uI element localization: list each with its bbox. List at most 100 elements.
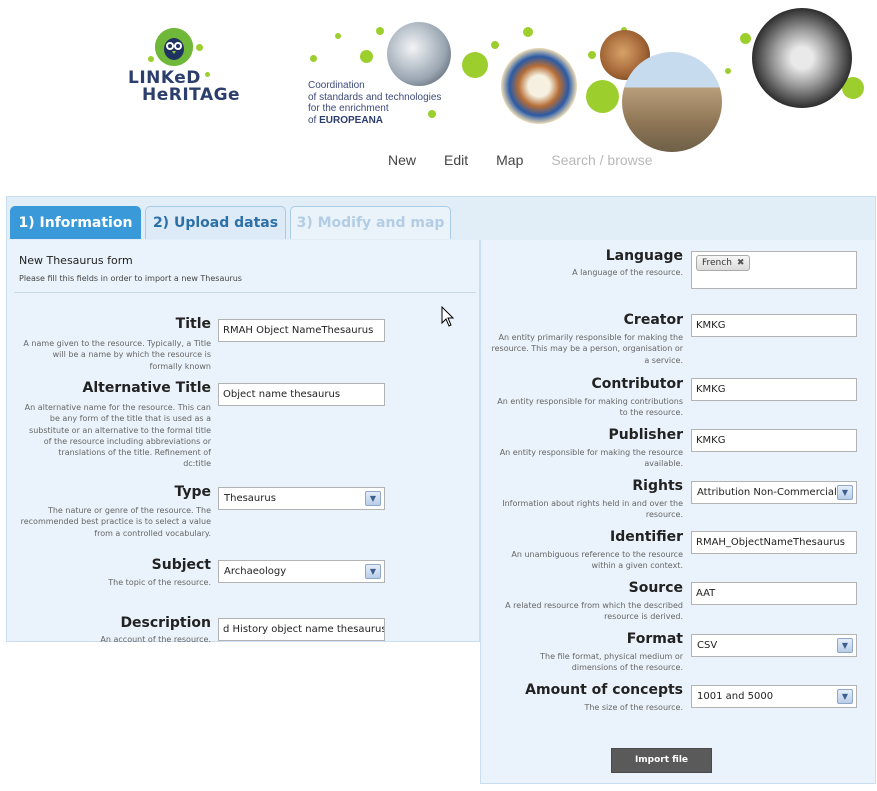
description-line: The nature or genre of the resource. The: [47, 506, 211, 515]
import-file-button[interactable]: Import file: [611, 748, 712, 773]
logo-owl-icon: [155, 28, 193, 66]
logo-line-2: HeRITAGe: [142, 85, 241, 105]
amount-of-concepts-description: The size of the resource.: [486, 702, 683, 713]
publisher-input[interactable]: KMKG: [691, 429, 857, 452]
tab-modify-and-map: 3) Modify and map: [290, 206, 451, 239]
heritage-photo-temple: [622, 52, 722, 152]
mouse-pointer-icon: [441, 305, 455, 328]
tagline-line: of standards and technologies: [308, 91, 442, 103]
description-line: resource is derived.: [604, 612, 683, 622]
contributor-description: An entity responsible for making contrib…: [486, 396, 683, 419]
decor-dot: [462, 52, 488, 78]
description-line: The file format, physical medium or: [540, 652, 683, 661]
source-description: A related resource from which the descri…: [486, 600, 683, 623]
decor-dot: [376, 27, 384, 35]
nav-map[interactable]: Map: [496, 152, 523, 168]
heritage-photo-sculpture: [387, 22, 451, 86]
alternative-title-input[interactable]: Object name thesaurus: [218, 383, 385, 406]
description-line: A language of the resource.: [572, 268, 683, 277]
description-line: resource.: [645, 510, 683, 520]
subject-select-value: Archaeology: [224, 566, 287, 577]
header-banner: LINKeD HeRITAGe Coordination of standard…: [0, 0, 877, 152]
top-navigation: New Edit Map Search / browse: [388, 152, 681, 168]
format-description: The file format, physical medium or dime…: [486, 651, 683, 674]
amount-of-concepts-select-value: 1001 and 5000: [697, 691, 774, 702]
chevron-down-icon: ▼: [837, 485, 853, 500]
description-line: Information about rights held in and ove…: [502, 499, 683, 508]
decor-dot: [586, 80, 619, 113]
tab-information[interactable]: 1) Information: [10, 206, 141, 239]
contributor-label: Contributor: [591, 376, 683, 392]
description-line: An alternative name for the resource. Th…: [24, 403, 211, 412]
rights-select[interactable]: Attribution Non-Commercial ▼: [691, 481, 857, 504]
nav-new[interactable]: New: [388, 152, 416, 168]
chevron-down-icon: ▼: [365, 491, 381, 506]
type-select-value: Thesaurus: [224, 493, 276, 504]
chevron-down-icon: ▼: [837, 689, 853, 704]
description-line: substitute or an alternative to the form…: [29, 425, 211, 435]
identifier-input[interactable]: RMAH_ObjectNameThesaurus: [691, 531, 857, 554]
description-line: within a given context.: [591, 561, 683, 571]
description-line: The size of the resource.: [584, 703, 683, 712]
nav-search-browse[interactable]: Search / browse: [551, 152, 652, 168]
description-line: be any form of the title that is used as…: [49, 414, 211, 424]
heritage-photo-ornament: [752, 8, 852, 108]
nav-edit[interactable]: Edit: [444, 152, 468, 168]
description-line: a service.: [644, 355, 683, 365]
decor-dot: [428, 110, 436, 118]
heritage-photo-plate: [501, 48, 577, 124]
language-tag-french[interactable]: French ✖: [696, 255, 751, 271]
publisher-label: Publisher: [608, 427, 683, 443]
creator-description: An entity primarily responsible for maki…: [486, 332, 683, 366]
decor-dot: [205, 72, 210, 77]
amount-of-concepts-label: Amount of concepts: [525, 682, 683, 698]
description-line: recommended best practice is to select a…: [20, 517, 211, 527]
title-input[interactable]: RMAH Object NameThesaurus: [218, 319, 385, 342]
close-icon[interactable]: ✖: [737, 258, 745, 268]
chevron-down-icon: ▼: [837, 638, 853, 653]
description-label: Description: [120, 615, 211, 631]
title-label: Title: [175, 316, 211, 332]
type-select[interactable]: Thesaurus ▼: [218, 487, 385, 510]
publisher-description: An entity responsible for making the res…: [486, 447, 683, 470]
decor-dot: [523, 27, 533, 37]
amount-of-concepts-select[interactable]: 1001 and 5000 ▼: [691, 685, 857, 708]
creator-input[interactable]: KMKG: [691, 314, 857, 337]
description-line: An entity primarily responsible for maki…: [498, 333, 683, 342]
description-line: A related resource from which the descri…: [505, 601, 683, 610]
description-description: An account of the resource.: [14, 634, 211, 645]
decor-dot: [725, 68, 731, 74]
decor-dot: [588, 51, 596, 59]
form-title: New Thesaurus form: [19, 254, 133, 267]
rights-select-value: Attribution Non-Commercial: [697, 487, 837, 498]
source-label: Source: [628, 580, 683, 596]
identifier-label: Identifier: [610, 529, 683, 545]
alternative-title-description: An alternative name for the resource. Th…: [14, 402, 211, 470]
description-line: An entity responsible for making the res…: [499, 448, 683, 457]
description-line: translations of the title. Refinement of: [58, 448, 211, 458]
page: LINKeD HeRITAGe Coordination of standard…: [0, 0, 877, 791]
rights-description: Information about rights held in and ove…: [486, 498, 683, 521]
description-line: of the resource including abbreviations …: [43, 436, 211, 446]
tab-upload-datas[interactable]: 2) Upload datas: [145, 206, 286, 239]
language-label: Language: [605, 248, 683, 264]
decor-dot: [360, 50, 373, 63]
subject-select[interactable]: Archaeology ▼: [218, 560, 385, 583]
description-input[interactable]: d History object name thesaurus: [218, 618, 385, 641]
form-divider: [14, 292, 476, 293]
tagline-line: of EUROPEANA: [308, 115, 441, 127]
description-line: An entity responsible for making contrib…: [497, 397, 683, 406]
form-subtitle: Please fill this fields in order to impo…: [19, 274, 242, 283]
decor-dot: [196, 44, 203, 51]
contributor-input[interactable]: KMKG: [691, 378, 857, 401]
description-line: dc:title: [183, 459, 211, 469]
tagline: Coordination of standards and technologi…: [308, 80, 441, 126]
rights-label: Rights: [632, 478, 683, 494]
tagline-line: for the enrichment: [308, 103, 389, 114]
language-description: A language of the resource.: [486, 267, 683, 278]
format-select[interactable]: CSV ▼: [691, 634, 857, 657]
description-line: A name given to the resource. Typically,…: [23, 339, 211, 348]
source-input[interactable]: AAT: [691, 582, 857, 605]
decor-dot: [491, 41, 499, 49]
description-line: to the resource.: [619, 408, 683, 418]
